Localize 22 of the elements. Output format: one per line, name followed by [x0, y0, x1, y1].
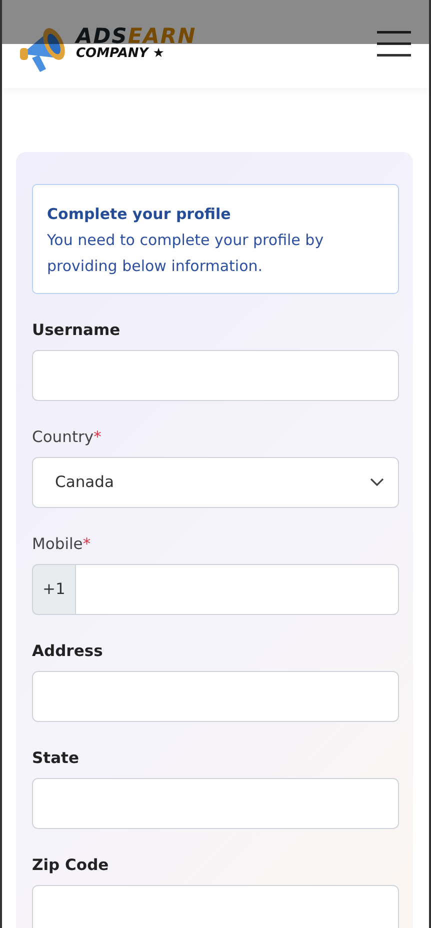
- field-label: State: [32, 749, 79, 767]
- alert-title: Complete your profile: [47, 204, 232, 225]
- country-code: +1: [32, 564, 75, 615]
- field-label: Zip Code: [32, 856, 109, 874]
- field-label: Address: [32, 642, 103, 660]
- input-field[interactable]: [32, 671, 399, 722]
- menu-icon[interactable]: [377, 31, 411, 57]
- logo-text: EARN: [128, 24, 196, 48]
- required-mark: *: [94, 428, 102, 446]
- field-label: Username: [32, 321, 120, 339]
- alert-message: You need to complete your profile by providing below information.: [47, 230, 325, 277]
- country-select[interactable]: Canada: [32, 457, 399, 508]
- field-label: Mobile: [32, 535, 83, 553]
- input-field[interactable]: [32, 885, 399, 928]
- input-field[interactable]: [74, 564, 399, 615]
- input-field[interactable]: [32, 350, 399, 401]
- logo-tagline: COMPANY ★: [76, 47, 166, 62]
- required-mark: *: [82, 535, 91, 553]
- logo-text: ADS: [76, 24, 128, 48]
- field-label: Country: [32, 428, 94, 446]
- chevron-icon: [370, 478, 384, 487]
- input-field[interactable]: [32, 778, 399, 829]
